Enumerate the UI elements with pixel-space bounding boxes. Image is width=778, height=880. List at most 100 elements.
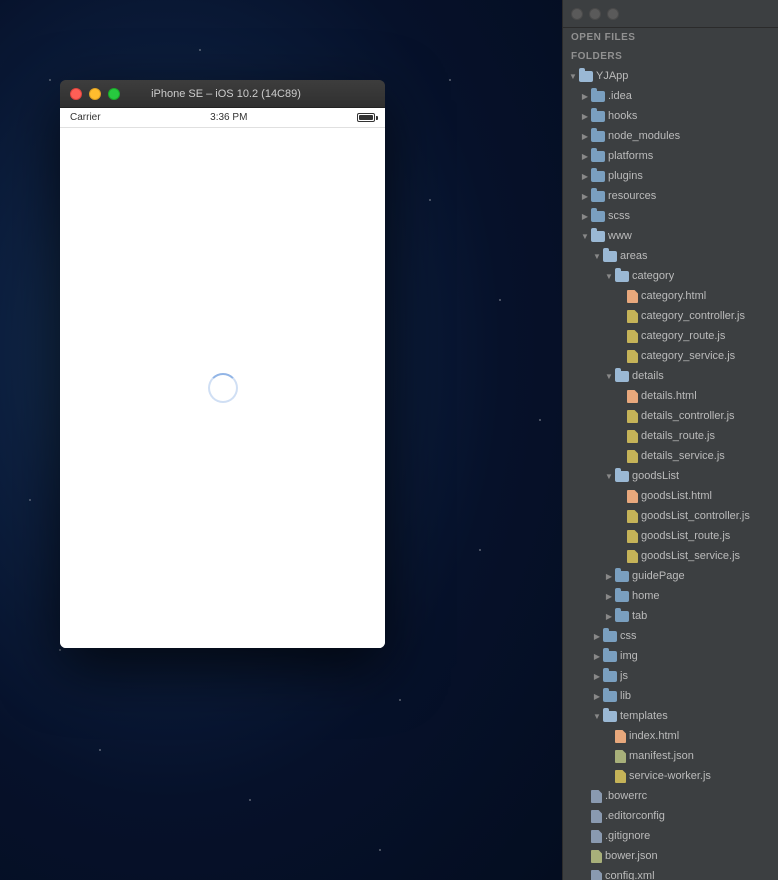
folder-icon-css: [603, 631, 617, 642]
label-category-html: category.html: [641, 290, 706, 302]
label-www: www: [608, 230, 632, 242]
file-icon-service-worker: [615, 770, 626, 783]
carrier-label: Carrier: [70, 112, 101, 123]
tree-item-yjapp[interactable]: YJApp: [563, 66, 778, 86]
tree-item-areas[interactable]: areas: [563, 246, 778, 266]
label-bower-json: bower.json: [605, 850, 658, 862]
tree-item-category-service[interactable]: category_service.js: [563, 346, 778, 366]
tree-item-details-service[interactable]: details_service.js: [563, 446, 778, 466]
label-idea: .idea: [608, 90, 632, 102]
file-icon-config-xml: [591, 870, 602, 880]
tree-item-js[interactable]: js: [563, 666, 778, 686]
file-icon-details-controller: [627, 410, 638, 423]
label-areas: areas: [620, 250, 648, 262]
folder-icon-resources: [591, 191, 605, 202]
file-icon-gitignore: [591, 830, 602, 843]
arrow-templates: [591, 710, 603, 722]
file-tree[interactable]: YJApp .idea hooks node_modules platforms: [563, 66, 778, 880]
label-goodslist-route: goodsList_route.js: [641, 530, 730, 542]
tree-item-home[interactable]: home: [563, 586, 778, 606]
tree-item-details-html[interactable]: details.html: [563, 386, 778, 406]
arrow-lib: [591, 690, 603, 702]
tree-item-manifest[interactable]: manifest.json: [563, 746, 778, 766]
folder-icon-guidepage: [615, 571, 629, 582]
tree-item-gitignore[interactable]: .gitignore: [563, 826, 778, 846]
folder-icon-node-modules: [591, 131, 605, 142]
tree-item-tab[interactable]: tab: [563, 606, 778, 626]
tree-item-service-worker[interactable]: service-worker.js: [563, 766, 778, 786]
tree-item-img[interactable]: img: [563, 646, 778, 666]
label-yjapp: YJApp: [596, 70, 628, 82]
label-category-route: category_route.js: [641, 330, 725, 342]
status-right: [357, 113, 375, 122]
label-details-html: details.html: [641, 390, 697, 402]
label-css: css: [620, 630, 637, 642]
folder-icon-goodslist: [615, 471, 629, 482]
tree-item-config-xml[interactable]: config.xml: [563, 866, 778, 880]
file-icon-category-html: [627, 290, 638, 303]
label-details-controller: details_controller.js: [641, 410, 735, 422]
label-hooks: hooks: [608, 110, 637, 122]
label-editorconfig: .editorconfig: [605, 810, 665, 822]
arrow-home: [603, 590, 615, 602]
arrow-resources: [579, 190, 591, 202]
tree-item-idea[interactable]: .idea: [563, 86, 778, 106]
label-details-route: details_route.js: [641, 430, 715, 442]
tree-item-guidepage[interactable]: guidePage: [563, 566, 778, 586]
label-home: home: [632, 590, 660, 602]
tree-item-category-route[interactable]: category_route.js: [563, 326, 778, 346]
arrow-tab: [603, 610, 615, 622]
file-icon-goodslist-service: [627, 550, 638, 563]
label-templates: templates: [620, 710, 668, 722]
folder-icon-www: [591, 231, 605, 242]
label-manifest: manifest.json: [629, 750, 694, 762]
arrow-scss: [579, 210, 591, 222]
label-node-modules: node_modules: [608, 130, 680, 142]
label-platforms: platforms: [608, 150, 653, 162]
tree-item-goodslist[interactable]: goodsList: [563, 466, 778, 486]
folder-icon-idea: [591, 91, 605, 102]
label-guidepage: guidePage: [632, 570, 685, 582]
file-icon-index-html: [615, 730, 626, 743]
folder-icon-category: [615, 271, 629, 282]
folder-icon-tab: [615, 611, 629, 622]
tree-item-goodslist-controller[interactable]: goodsList_controller.js: [563, 506, 778, 526]
file-icon-goodslist-controller: [627, 510, 638, 523]
tree-item-editorconfig[interactable]: .editorconfig: [563, 806, 778, 826]
tree-item-lib[interactable]: lib: [563, 686, 778, 706]
folder-icon-hooks: [591, 111, 605, 122]
tree-item-index-html[interactable]: index.html: [563, 726, 778, 746]
tree-item-bowerrc[interactable]: .bowerrc: [563, 786, 778, 806]
tree-item-hooks[interactable]: hooks: [563, 106, 778, 126]
battery-icon: [357, 113, 375, 122]
tree-item-details-route[interactable]: details_route.js: [563, 426, 778, 446]
tree-item-node-modules[interactable]: node_modules: [563, 126, 778, 146]
tree-item-goodslist-html[interactable]: goodsList.html: [563, 486, 778, 506]
tree-item-category[interactable]: category: [563, 266, 778, 286]
tree-item-details-controller[interactable]: details_controller.js: [563, 406, 778, 426]
tree-item-plugins[interactable]: plugins: [563, 166, 778, 186]
folder-icon-templates: [603, 711, 617, 722]
file-icon-category-controller: [627, 310, 638, 323]
label-service-worker: service-worker.js: [629, 770, 711, 782]
arrow-goodslist: [603, 470, 615, 482]
tree-item-platforms[interactable]: platforms: [563, 146, 778, 166]
folders-header: FOLDERS: [563, 47, 778, 66]
tree-item-details[interactable]: details: [563, 366, 778, 386]
label-config-xml: config.xml: [605, 870, 655, 880]
battery-fill: [359, 115, 373, 120]
tree-item-goodslist-route[interactable]: goodsList_route.js: [563, 526, 778, 546]
file-icon-category-service: [627, 350, 638, 363]
tree-item-goodslist-service[interactable]: goodsList_service.js: [563, 546, 778, 566]
tree-item-templates[interactable]: templates: [563, 706, 778, 726]
tree-item-css[interactable]: css: [563, 626, 778, 646]
label-goodslist-controller: goodsList_controller.js: [641, 510, 750, 522]
tree-item-www[interactable]: www: [563, 226, 778, 246]
tree-item-scss[interactable]: scss: [563, 206, 778, 226]
tree-item-category-controller[interactable]: category_controller.js: [563, 306, 778, 326]
tree-item-bower-json[interactable]: bower.json: [563, 846, 778, 866]
tree-item-resources[interactable]: resources: [563, 186, 778, 206]
tree-item-category-html[interactable]: category.html: [563, 286, 778, 306]
label-index-html: index.html: [629, 730, 679, 742]
arrow-www: [579, 230, 591, 242]
